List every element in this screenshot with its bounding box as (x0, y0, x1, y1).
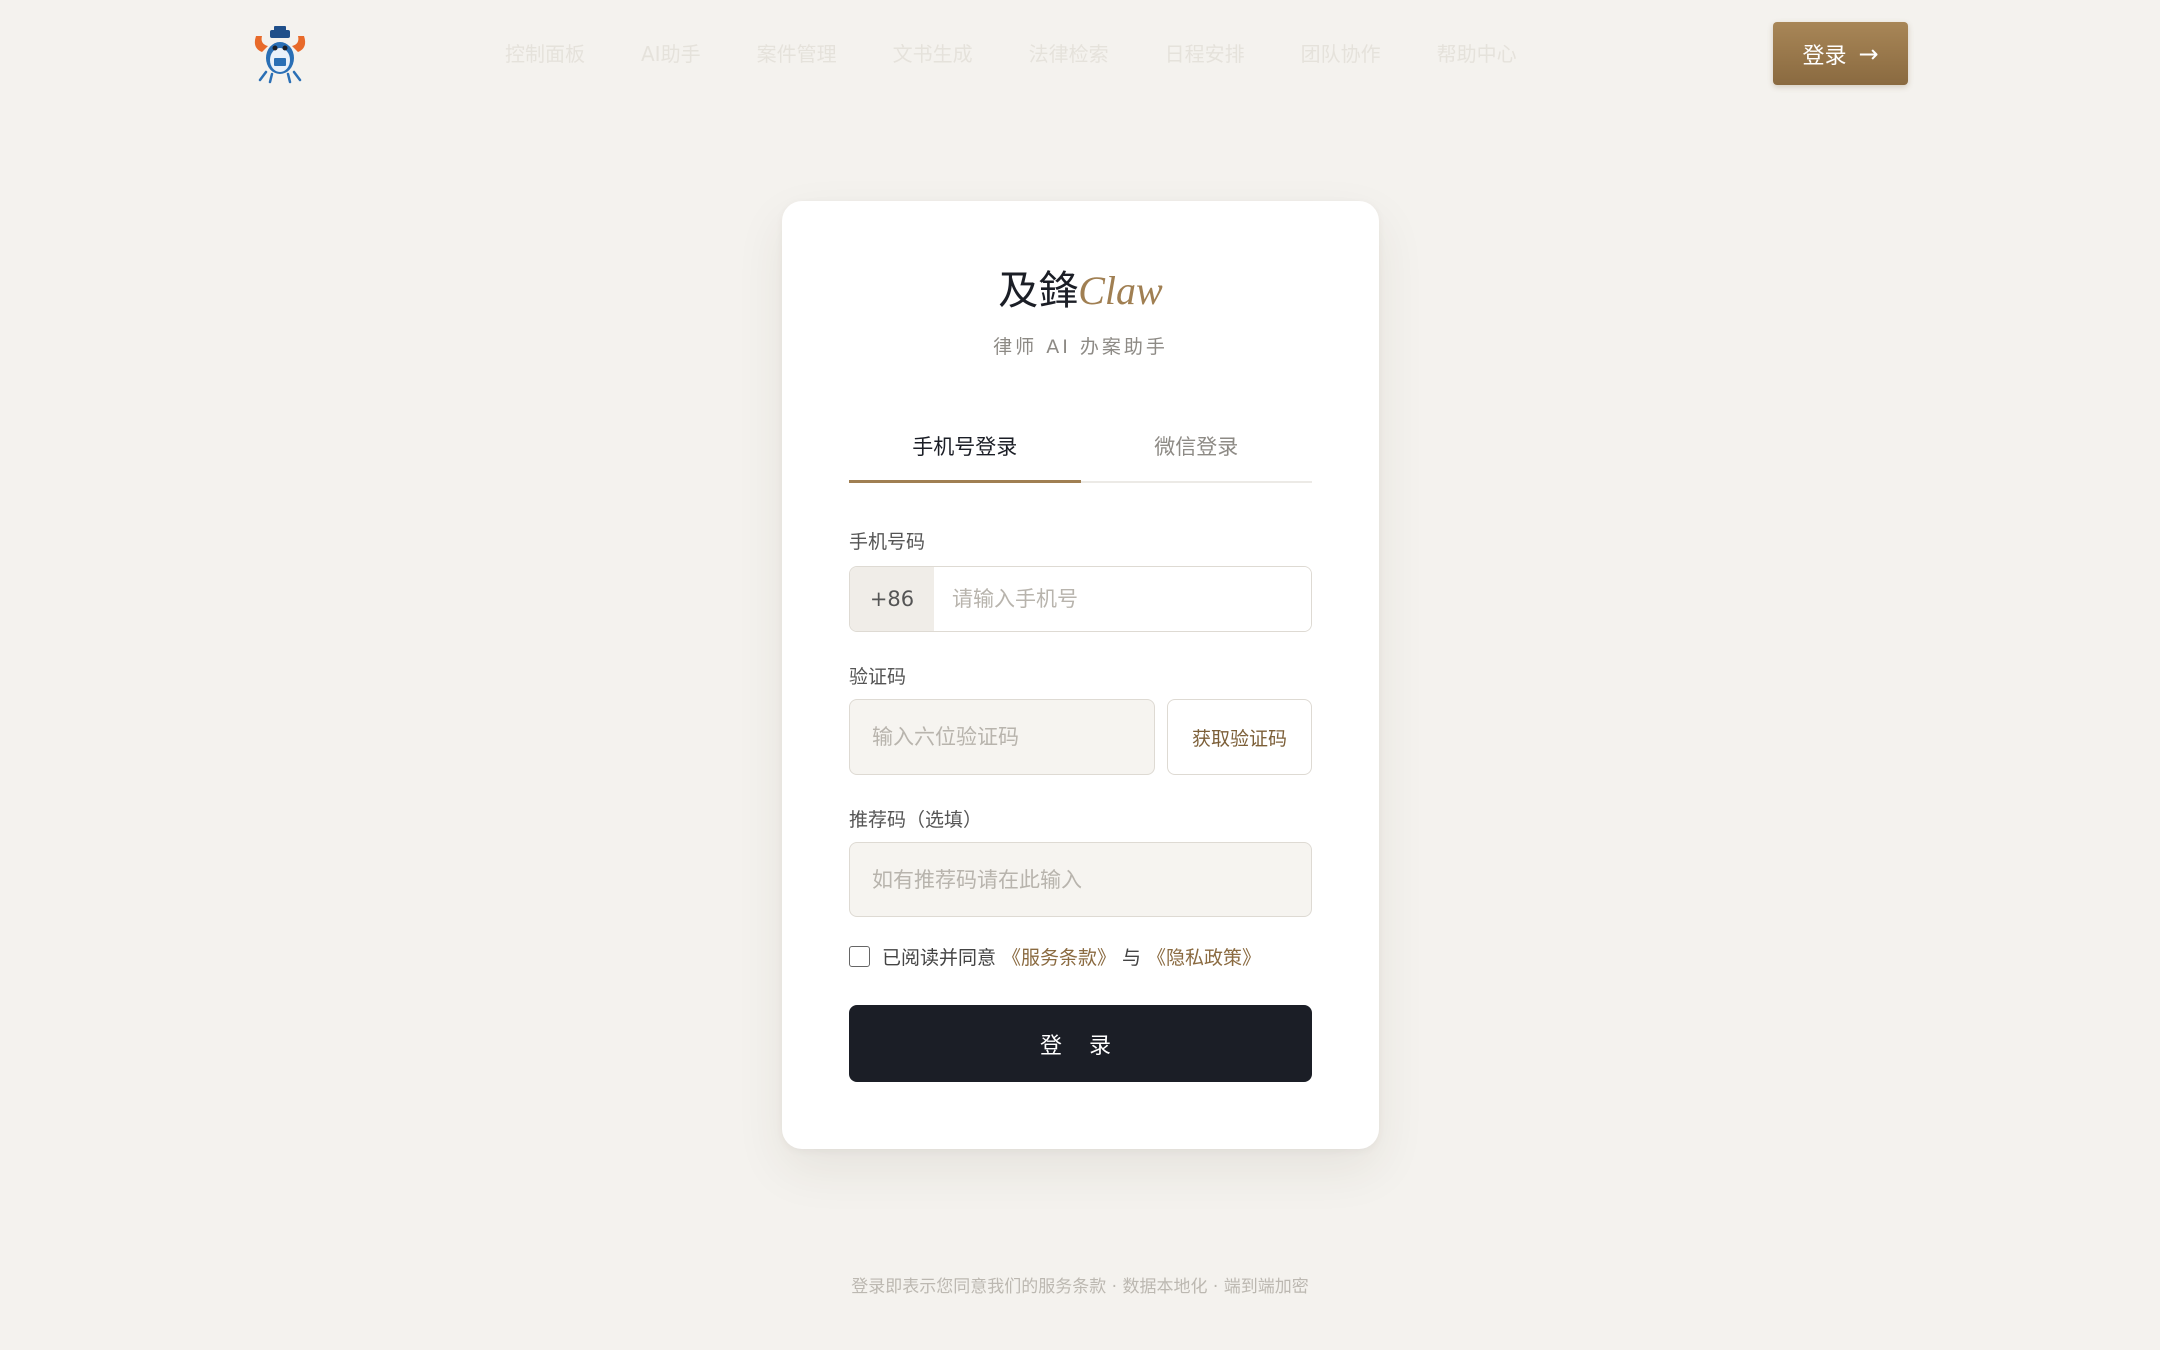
top-header: 控制面板 AI助手 案件管理 文书生成 法律检索 日程安排 团队协作 帮助中心 … (0, 0, 2160, 110)
header-login-label: 登录 (1802, 43, 1847, 69)
footer-note: 登录即表示您同意我们的服务条款 · 数据本地化 · 端到端加密 (851, 1277, 1309, 1297)
verification-code-input[interactable] (849, 699, 1155, 775)
code-label: 验证码 (849, 666, 907, 688)
tab-wechat-login[interactable]: 微信登录 (1081, 423, 1313, 481)
header-login-button[interactable]: 登录 → (1773, 22, 1908, 85)
brand-name-cn: 及鋒 (998, 268, 1079, 314)
brand-name-en: Claw (1078, 268, 1163, 313)
brand-subtitle: 律师 AI 办案助手 (993, 336, 1168, 358)
get-code-button[interactable]: 获取验证码 (1167, 699, 1312, 775)
agree-checkbox[interactable] (849, 946, 870, 967)
top-nav: 控制面板 AI助手 案件管理 文书生成 法律检索 日程安排 团队协作 帮助中心 (505, 36, 1573, 72)
tab-phone-login[interactable]: 手机号登录 (849, 423, 1081, 483)
nav-item[interactable]: 法律检索 (1029, 36, 1109, 72)
privacy-link[interactable]: 《隐私政策》 (1147, 943, 1261, 970)
referral-label: 推荐码（选填） (849, 809, 983, 831)
agree-text: 已阅读并同意 (882, 947, 997, 969)
phone-field-group: +86 (849, 566, 1312, 632)
arrow-right-icon: → (1858, 39, 1879, 68)
nav-item[interactable]: 团队协作 (1301, 36, 1381, 72)
login-submit-button[interactable]: 登 录 (849, 1005, 1312, 1082)
nav-item[interactable]: AI助手 (641, 36, 701, 72)
lobster-logo-icon[interactable] (248, 22, 312, 86)
agree-and-text: 与 (1122, 947, 1142, 969)
nav-item[interactable]: 案件管理 (757, 36, 837, 72)
phone-input[interactable] (934, 567, 1311, 631)
brand-title: 及鋒Claw (782, 263, 1379, 319)
nav-item[interactable]: 文书生成 (893, 36, 973, 72)
country-code-prefix[interactable]: +86 (850, 567, 934, 631)
referral-code-input[interactable] (849, 842, 1312, 917)
login-method-tabs: 手机号登录 微信登录 (849, 423, 1312, 483)
nav-item[interactable]: 日程安排 (1165, 36, 1245, 72)
phone-label: 手机号码 (849, 531, 926, 553)
terms-link[interactable]: 《服务条款》 (1002, 943, 1116, 970)
login-card: 及鋒Claw 律师 AI 办案助手 手机号登录 微信登录 手机号码 +86 验证… (782, 201, 1379, 1149)
agreement-row: 已阅读并同意 《服务条款》 与 《隐私政策》 (849, 943, 1267, 970)
nav-item[interactable]: 帮助中心 (1437, 36, 1517, 72)
login-page: 控制面板 AI助手 案件管理 文书生成 法律检索 日程安排 团队协作 帮助中心 … (0, 0, 2160, 1350)
nav-item[interactable]: 控制面板 (505, 36, 585, 72)
